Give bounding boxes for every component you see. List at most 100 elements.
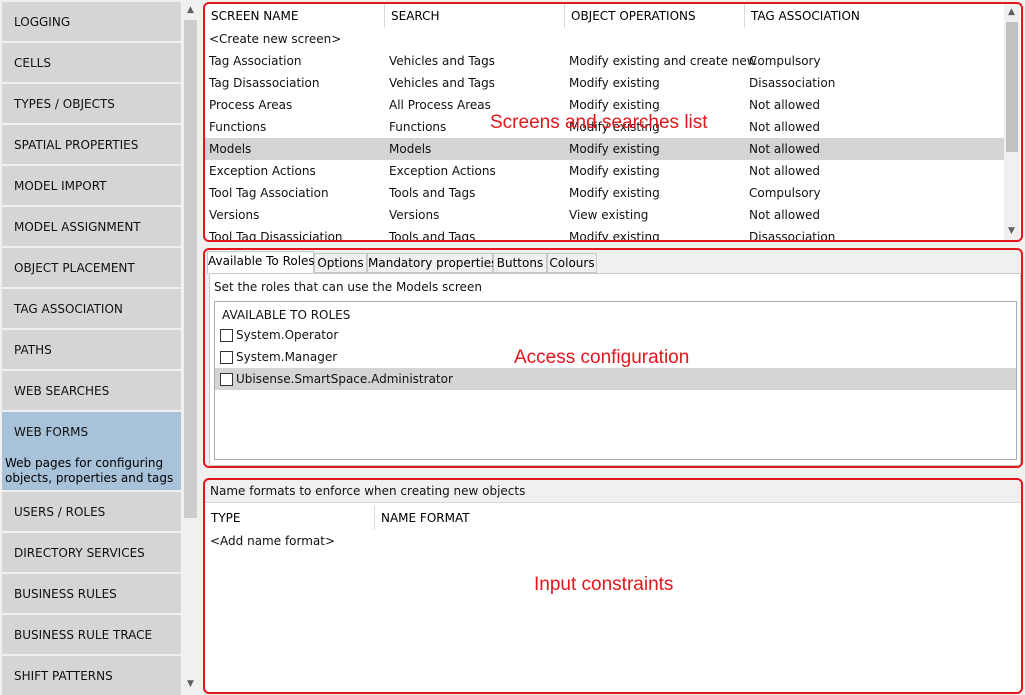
sidebar-item-shift-patterns[interactable]: SHIFT PATTERNS <box>2 656 181 695</box>
sidebar-item-cells[interactable]: CELLS <box>2 43 181 82</box>
cell-tag-association: Compulsory <box>749 54 821 68</box>
sidebar-item-paths[interactable]: PATHS <box>2 330 181 369</box>
column-header-search[interactable]: SEARCH <box>385 4 565 28</box>
role-checkbox[interactable] <box>220 329 233 342</box>
sidebar-item-tag-association[interactable]: TAG ASSOCIATION <box>2 289 181 328</box>
chevron-up-icon[interactable]: ▲ <box>1004 4 1019 21</box>
column-header-screen-name[interactable]: SCREEN NAME <box>205 4 385 28</box>
roles-list: AVAILABLE TO ROLES System.Operator Syste… <box>214 301 1017 460</box>
table-row[interactable]: Exception Actions Exception Actions Modi… <box>205 160 1005 182</box>
sidebar-item-model-assignment[interactable]: MODEL ASSIGNMENT <box>2 207 181 246</box>
cell-object-operations: Modify existing <box>569 76 660 90</box>
role-checkbox[interactable] <box>220 351 233 364</box>
sidebar-item-label: TYPES / OBJECTS <box>14 97 115 111</box>
cell-tag-association: Not allowed <box>749 142 821 156</box>
sidebar-item-web-forms[interactable]: WEB FORMS Web pages for configuring obje… <box>2 412 181 490</box>
cell-search: Vehicles and Tags <box>389 76 495 90</box>
tab-buttons[interactable]: Buttons <box>493 253 547 273</box>
cell-screen-name: Exception Actions <box>209 164 316 178</box>
tab-mandatory-properties[interactable]: Mandatory properties <box>367 253 497 273</box>
screens-scrollbar-thumb[interactable] <box>1006 22 1018 152</box>
sidebar-item-label: BUSINESS RULE TRACE <box>14 628 153 642</box>
role-name: Ubisense.SmartSpace.Administrator <box>236 372 453 386</box>
column-header-type[interactable]: TYPE <box>205 506 375 530</box>
cell-tag-association: Disassociation <box>749 230 836 241</box>
cell-search: Exception Actions <box>389 164 496 178</box>
sidebar-item-label: SHIFT PATTERNS <box>14 669 113 683</box>
cell-tag-association: Disassociation <box>749 76 836 90</box>
table-row-selected[interactable]: Models Models Modify existing Not allowe… <box>205 138 1005 160</box>
tab-colours[interactable]: Colours <box>547 253 597 273</box>
sidebar-item-label: TAG ASSOCIATION <box>14 302 123 316</box>
sidebar-item-business-rule-trace[interactable]: BUSINESS RULE TRACE <box>2 615 181 654</box>
cell-object-operations: Modify existing <box>569 230 660 241</box>
role-row[interactable]: System.Operator <box>215 324 1016 346</box>
sidebar-item-directory-services[interactable]: DIRECTORY SERVICES <box>2 533 181 572</box>
sidebar-item-logging[interactable]: LOGGING <box>2 2 181 41</box>
cell-object-operations: Modify existing <box>569 98 660 112</box>
sidebar-scrollbar-thumb[interactable] <box>184 20 197 518</box>
tab-options[interactable]: Options <box>314 253 367 273</box>
role-name: System.Operator <box>236 328 339 342</box>
table-row[interactable]: Tool Tag Association Tools and Tags Modi… <box>205 182 1005 204</box>
sidebar-item-label: MODEL IMPORT <box>14 179 107 193</box>
cell-search: Functions <box>389 120 447 134</box>
cell-screen-name: Tag Disassociation <box>209 76 320 90</box>
table-row[interactable]: Tag Association Vehicles and Tags Modify… <box>205 50 1005 72</box>
cell-object-operations: Modify existing and create new <box>569 54 757 68</box>
table-row[interactable]: Versions Versions View existing Not allo… <box>205 204 1005 226</box>
cell-screen-name: Tool Tag Disassiciation <box>209 230 343 241</box>
cell-search: Tools and Tags <box>389 230 476 241</box>
cell-screen-name: Versions <box>209 208 260 222</box>
sidebar-item-label: WEB SEARCHES <box>14 384 110 398</box>
chevron-up-icon[interactable]: ▲ <box>183 2 198 19</box>
access-annotation: Access configuration <box>514 347 690 368</box>
sidebar-item-types-objects[interactable]: TYPES / OBJECTS <box>2 84 181 123</box>
column-header-object-operations[interactable]: OBJECT OPERATIONS <box>565 4 745 28</box>
column-header-tag-association[interactable]: TAG ASSOCIATION <box>745 4 1005 28</box>
sidebar-item-users-roles[interactable]: USERS / ROLES <box>2 492 181 531</box>
cell-screen-name: Process Areas <box>209 98 293 112</box>
tab-available-to-roles[interactable]: Available To Roles <box>207 251 315 274</box>
create-new-screen-row[interactable]: <Create new screen> <box>205 28 1005 50</box>
cell-tag-association: Not allowed <box>749 208 821 222</box>
cell-tag-association: Not allowed <box>749 120 821 134</box>
sidebar-item-spatial-properties[interactable]: SPATIAL PROPERTIES <box>2 125 181 164</box>
chevron-down-icon[interactable]: ▼ <box>1004 223 1019 240</box>
cell-search: Models <box>389 142 432 156</box>
cell-object-operations: Modify existing <box>569 164 660 178</box>
role-row-selected[interactable]: Ubisense.SmartSpace.Administrator <box>215 368 1016 390</box>
role-checkbox[interactable] <box>220 373 233 386</box>
cell-object-operations: View existing <box>569 208 649 222</box>
sidebar-item-web-searches[interactable]: WEB SEARCHES <box>2 371 181 410</box>
sidebar-item-object-placement[interactable]: OBJECT PLACEMENT <box>2 248 181 287</box>
cell-tag-association: Not allowed <box>749 98 821 112</box>
roles-column-header[interactable]: AVAILABLE TO ROLES <box>222 308 350 322</box>
sidebar-item-label: BUSINESS RULES <box>14 587 117 601</box>
sidebar-item-label: DIRECTORY SERVICES <box>14 546 145 560</box>
column-header-name-format[interactable]: NAME FORMAT <box>375 506 555 530</box>
sidebar-item-model-import[interactable]: MODEL IMPORT <box>2 166 181 205</box>
roles-instruction-text: Set the roles that can use the Models sc… <box>214 280 482 294</box>
cell-search: Versions <box>389 208 440 222</box>
sidebar-item-label: MODEL ASSIGNMENT <box>14 220 141 234</box>
cell-search: Vehicles and Tags <box>389 54 495 68</box>
tab-panel: Set the roles that can use the Models sc… <box>209 273 1021 466</box>
sidebar-scrollbar[interactable]: ▲ ▼ <box>183 2 198 693</box>
sidebar-item-business-rules[interactable]: BUSINESS RULES <box>2 574 181 613</box>
table-row[interactable]: Tool Tag Disassiciation Tools and Tags M… <box>205 226 1005 241</box>
cell-search: Tools and Tags <box>389 186 476 200</box>
create-new-screen-link[interactable]: <Create new screen> <box>209 32 341 46</box>
name-formats-title: Name formats to enforce when creating ne… <box>210 484 526 498</box>
cell-screen-name: Tool Tag Association <box>209 186 329 200</box>
cell-tag-association: Not allowed <box>749 164 821 178</box>
chevron-down-icon[interactable]: ▼ <box>183 676 198 693</box>
table-row[interactable]: Tag Disassociation Vehicles and Tags Mod… <box>205 72 1005 94</box>
sidebar-item-label: OBJECT PLACEMENT <box>14 261 135 275</box>
name-formats-title-bar: Name formats to enforce when creating ne… <box>205 479 1023 503</box>
add-name-format-link[interactable]: <Add name format> <box>210 534 335 548</box>
sidebar-item-label: CELLS <box>14 56 51 70</box>
sidebar-item-label: USERS / ROLES <box>14 505 106 519</box>
screens-scrollbar[interactable]: ▲ ▼ <box>1004 4 1020 240</box>
sidebar: LOGGING CELLS TYPES / OBJECTS SPATIAL PR… <box>0 0 200 695</box>
